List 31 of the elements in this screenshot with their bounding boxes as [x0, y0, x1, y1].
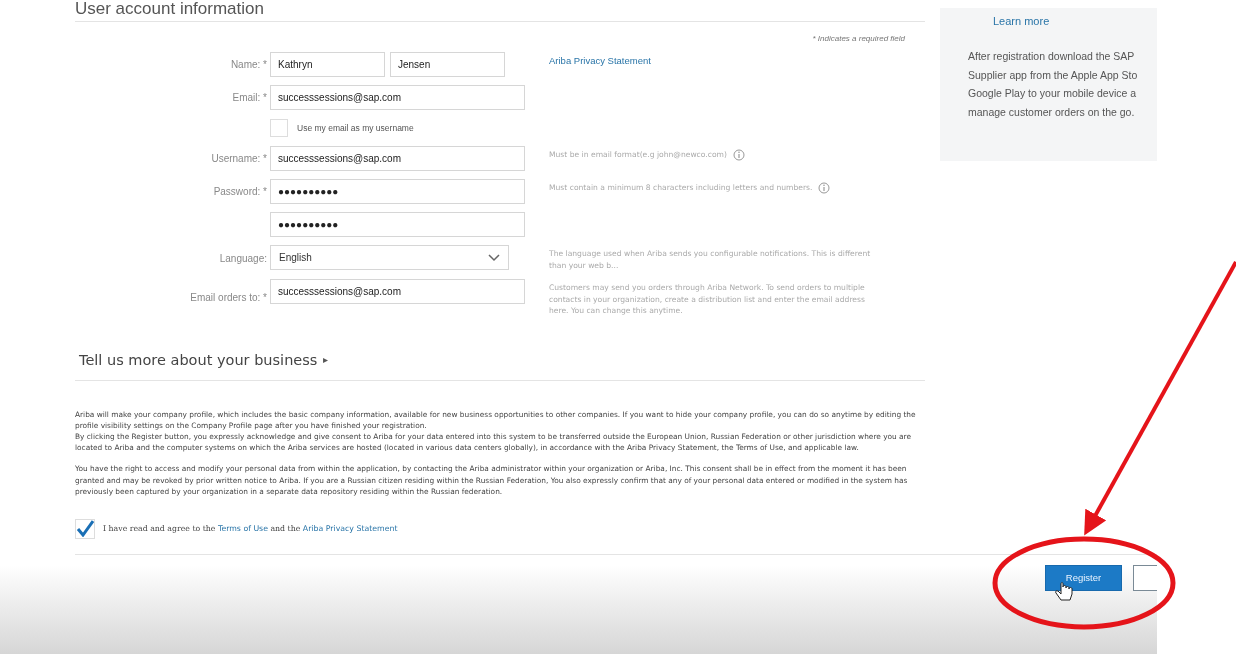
- input-field[interactable]: successsessions@sap.com: [270, 279, 525, 304]
- field-label: Email orders to: *: [190, 292, 267, 304]
- register-button[interactable]: Register: [1045, 564, 1122, 591]
- field-label: Language:: [219, 252, 267, 264]
- required-note: * Indicates a required field: [812, 34, 905, 43]
- section-title: User account information: [75, 0, 265, 19]
- input-field[interactable]: Kathryn: [270, 52, 385, 77]
- input-field[interactable]: ●●●●●●●●●●: [270, 212, 525, 237]
- info-text: Google Play to your mobile device a: [968, 86, 1138, 101]
- input-field[interactable]: Jensen: [390, 52, 505, 77]
- checkbox[interactable]: [270, 119, 288, 137]
- checkbox[interactable]: [75, 518, 95, 539]
- field-label: Name: *: [230, 59, 267, 70]
- field-label: Password: *: [213, 186, 267, 197]
- info-text: manage customer orders on the go.: [968, 104, 1136, 120]
- input-field[interactable]: ●●●●●●●●●●: [270, 179, 525, 204]
- checkmark-icon: [76, 520, 94, 538]
- expand-toggle[interactable]: ▸: [323, 354, 329, 365]
- field-label: Username: *: [211, 153, 267, 164]
- learn-more-link[interactable]: Learn more: [993, 15, 1157, 27]
- section-title: Tell us more about your business: [79, 351, 318, 368]
- input-field[interactable]: successsessions@sap.com: [270, 85, 525, 110]
- hand-cursor-icon: [1055, 582, 1073, 601]
- checkbox-label: Use my email as my username: [297, 123, 414, 133]
- chevron-down-icon: [488, 253, 500, 262]
- privacy-link[interactable]: Ariba Privacy Statement: [549, 55, 651, 66]
- input-field[interactable]: successsessions@sap.com: [270, 146, 525, 171]
- info-text: Supplier app from the Apple App Sto: [968, 67, 1139, 83]
- language-dropdown[interactable]: English: [270, 245, 509, 270]
- field-label: Email: *: [232, 92, 267, 103]
- info-text: After registration download the SAP: [968, 49, 1136, 64]
